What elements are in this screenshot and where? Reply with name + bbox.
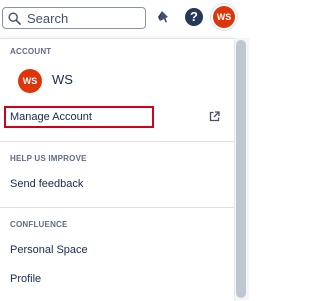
search-input[interactable]: Search (2, 7, 146, 29)
search-placeholder: Search (27, 11, 69, 26)
help-icon[interactable]: ? (185, 8, 203, 26)
external-link-icon (209, 111, 220, 122)
section-heading-confluence: CONFLUENCE (10, 220, 68, 229)
profile-link[interactable]: Profile (10, 273, 41, 285)
divider (0, 141, 234, 142)
personal-space-link[interactable]: Personal Space (10, 244, 88, 256)
top-bar: Search ? WS (0, 0, 248, 38)
bell-icon[interactable] (156, 9, 172, 25)
divider (0, 207, 234, 208)
scrollbar-thumb[interactable] (236, 40, 246, 298)
send-feedback-link[interactable]: Send feedback (10, 178, 83, 190)
user-name: WS (52, 72, 73, 87)
section-heading-account: ACCOUNT (10, 47, 52, 56)
user-avatar: WS (18, 69, 42, 93)
section-heading-help-us-improve: HELP US IMPROVE (10, 154, 87, 163)
avatar[interactable]: WS (213, 6, 235, 28)
manage-account-link[interactable]: Manage Account (10, 111, 92, 123)
search-icon (8, 12, 21, 25)
